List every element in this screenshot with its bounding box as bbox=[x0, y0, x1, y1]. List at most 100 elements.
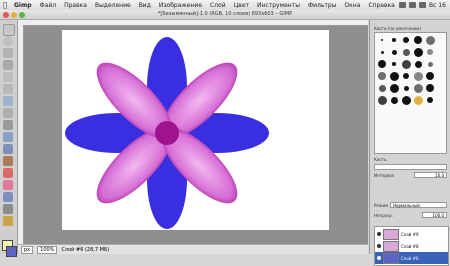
brush-item[interactable] bbox=[389, 83, 399, 93]
text-tool-icon[interactable] bbox=[3, 120, 13, 130]
close-icon[interactable] bbox=[3, 12, 9, 18]
menu-image[interactable]: Изображение bbox=[155, 2, 206, 9]
brush-item[interactable] bbox=[401, 47, 411, 57]
unit-select[interactable]: px bbox=[21, 245, 34, 254]
smudge-icon[interactable] bbox=[3, 204, 13, 214]
brush-item[interactable] bbox=[413, 95, 423, 105]
zoom-tool-icon[interactable] bbox=[3, 96, 13, 106]
clock[interactable]: Вс 16 bbox=[429, 2, 446, 9]
volume-icon[interactable] bbox=[409, 2, 417, 8]
brush-item[interactable] bbox=[425, 95, 435, 105]
flower-center bbox=[155, 121, 179, 145]
spacing-value[interactable]: 10.0 bbox=[414, 172, 447, 178]
brush-item[interactable] bbox=[425, 83, 435, 93]
layer-row[interactable]: Слой #9 bbox=[375, 228, 448, 240]
brush-item[interactable] bbox=[413, 83, 423, 93]
eraser-icon[interactable] bbox=[3, 180, 13, 190]
statusbar: px 100% Слой #6 (28,7 МБ) bbox=[18, 244, 368, 254]
brush-item[interactable] bbox=[389, 47, 399, 57]
layer-name: Слой #6 bbox=[401, 255, 419, 261]
menu-help[interactable]: Справка bbox=[364, 2, 398, 9]
minimize-icon[interactable] bbox=[11, 12, 17, 18]
brush-item[interactable] bbox=[413, 71, 423, 81]
zoom-icon[interactable] bbox=[19, 12, 25, 18]
status-area: Вс 16 bbox=[399, 2, 450, 9]
brush-item[interactable] bbox=[401, 83, 411, 93]
brush-item[interactable] bbox=[413, 35, 423, 45]
spacing-label: Интервал bbox=[374, 173, 395, 178]
brush-item[interactable] bbox=[389, 95, 399, 105]
brush-item[interactable] bbox=[401, 95, 411, 105]
tool-label: Кисть bbox=[374, 157, 387, 162]
brush-item[interactable] bbox=[377, 35, 387, 45]
brush-item[interactable] bbox=[425, 35, 435, 45]
clone-icon[interactable] bbox=[3, 192, 13, 202]
rect-select-icon[interactable] bbox=[3, 24, 15, 36]
battery-icon[interactable] bbox=[419, 2, 427, 8]
brush-item[interactable] bbox=[377, 71, 387, 81]
brush-item[interactable] bbox=[401, 59, 411, 69]
brushes-label: Кисти (по умолчанию) bbox=[374, 26, 422, 31]
tool-field[interactable] bbox=[374, 164, 447, 170]
layer-thumbnail bbox=[383, 252, 399, 264]
menu-filters[interactable]: Фильтры bbox=[304, 2, 340, 9]
brush-item[interactable] bbox=[425, 47, 435, 57]
window-titlebar: *[Безымянный]-1.0 (RGB, 10 слоев) 893x60… bbox=[0, 10, 450, 20]
ruler-vertical bbox=[18, 25, 24, 244]
layer-mode-select[interactable]: Нормальный bbox=[390, 202, 447, 208]
background-color[interactable] bbox=[6, 246, 17, 257]
layer-row[interactable]: Слой #8 bbox=[375, 240, 448, 252]
lasso-icon[interactable] bbox=[3, 48, 13, 58]
menu-windows[interactable]: Окна bbox=[340, 2, 364, 9]
menu-colors[interactable]: Цвет bbox=[230, 2, 253, 9]
brush-item[interactable] bbox=[401, 71, 411, 81]
brush-item[interactable] bbox=[389, 59, 399, 69]
menu-edit[interactable]: Правка bbox=[60, 2, 91, 9]
brush-item[interactable] bbox=[389, 71, 399, 81]
layer-opacity-value[interactable]: 100.0 bbox=[422, 212, 447, 218]
brush-item[interactable] bbox=[413, 47, 423, 57]
pencil-icon[interactable] bbox=[3, 156, 13, 166]
brush-item[interactable] bbox=[401, 35, 411, 45]
brush-icon[interactable] bbox=[3, 168, 13, 178]
dodge-icon[interactable] bbox=[3, 216, 13, 226]
move-icon[interactable] bbox=[3, 84, 13, 94]
wifi-icon[interactable] bbox=[399, 2, 407, 8]
measure-icon[interactable] bbox=[3, 108, 13, 118]
crop-icon[interactable] bbox=[3, 72, 13, 82]
status-info: Слой #6 (28,7 МБ) bbox=[61, 246, 110, 253]
menu-tools[interactable]: Инструменты bbox=[253, 2, 304, 9]
menu-layer[interactable]: Слой bbox=[206, 2, 230, 9]
brush-item[interactable] bbox=[425, 71, 435, 81]
brush-item[interactable] bbox=[377, 47, 387, 57]
brush-item[interactable] bbox=[377, 95, 387, 105]
brush-item[interactable] bbox=[413, 59, 423, 69]
menu-view[interactable]: Вид bbox=[135, 2, 155, 9]
brush-item[interactable] bbox=[377, 83, 387, 93]
gradient-icon[interactable] bbox=[3, 144, 13, 154]
brush-grid bbox=[374, 32, 447, 154]
bucket-icon[interactable] bbox=[3, 132, 13, 142]
menu-select[interactable]: Выделение bbox=[91, 2, 135, 9]
window-title: *[Безымянный]-1.0 (RGB, 10 слоев) 893x60… bbox=[157, 11, 293, 17]
flower-artwork bbox=[65, 37, 269, 229]
brush-item[interactable] bbox=[377, 59, 387, 69]
zoom-select[interactable]: 100% bbox=[37, 245, 58, 254]
apple-icon[interactable]:  bbox=[0, 1, 10, 9]
eye-icon[interactable] bbox=[377, 256, 381, 260]
layer-name: Слой #9 bbox=[401, 231, 419, 237]
layer-thumbnail bbox=[383, 228, 399, 240]
brush-item[interactable] bbox=[389, 35, 399, 45]
ruler-horizontal bbox=[18, 20, 368, 26]
menu-file[interactable]: Файл bbox=[36, 2, 61, 9]
layer-name: Слой #8 bbox=[401, 243, 419, 249]
menu-app[interactable]: Gimp bbox=[10, 2, 36, 9]
brush-item[interactable] bbox=[425, 59, 435, 69]
wand-icon[interactable] bbox=[3, 60, 13, 70]
eye-icon[interactable] bbox=[377, 244, 381, 248]
dock-panel: Кисти (по умолчанию) Кисть Интервал 10.0… bbox=[369, 20, 450, 266]
ellipse-select-icon[interactable] bbox=[3, 36, 13, 46]
eye-icon[interactable] bbox=[377, 232, 381, 236]
toolbox bbox=[0, 20, 18, 257]
image-canvas[interactable] bbox=[62, 30, 329, 230]
